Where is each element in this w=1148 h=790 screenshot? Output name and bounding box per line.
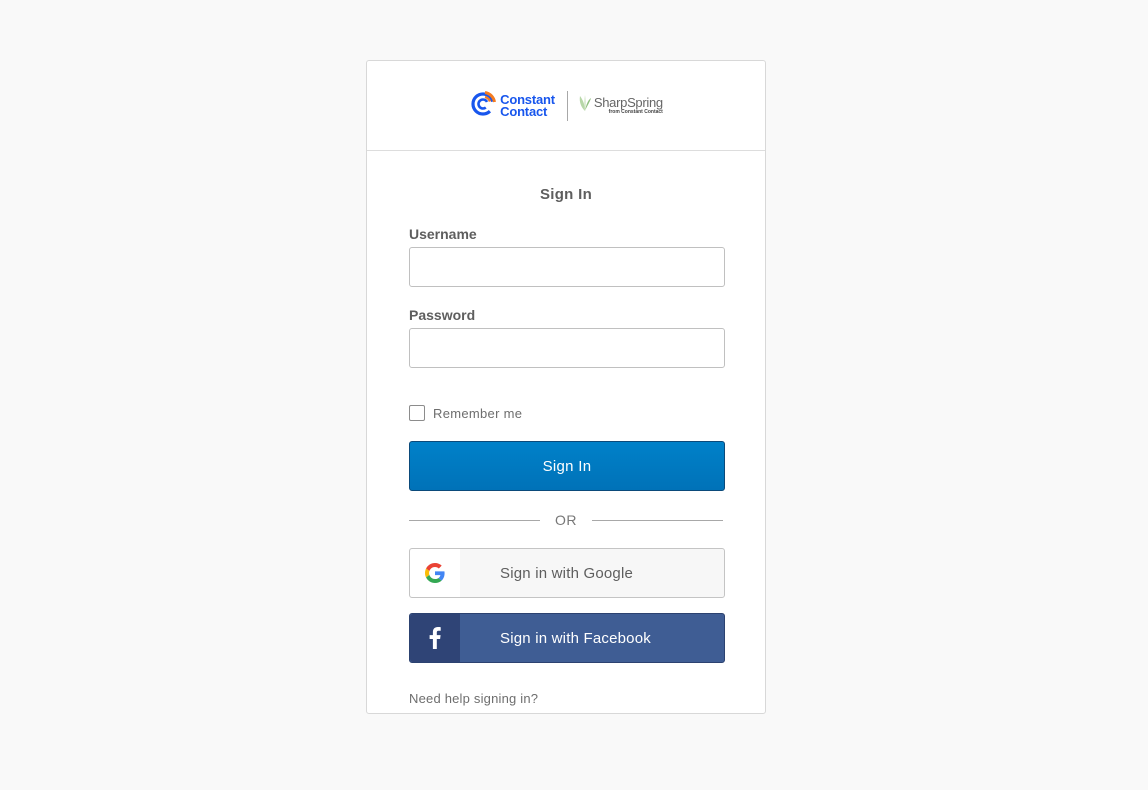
card-header: Constant Contact SharpSpring from Consta…: [367, 61, 765, 151]
sharpspring-sub: from Constant Contact: [608, 109, 663, 115]
or-divider: OR: [409, 509, 723, 531]
constant-contact-logo: Constant Contact: [469, 89, 555, 122]
need-help-link[interactable]: Need help signing in?: [409, 691, 538, 706]
form-title: Sign In: [539, 186, 593, 203]
sharpspring-logo: SharpSpring from Constant Contact: [578, 94, 663, 117]
username-label: Username: [409, 226, 477, 242]
or-divider-line-left: [409, 519, 540, 521]
constant-contact-logo-icon: [469, 89, 497, 122]
brand-logos: Constant Contact SharpSpring from Consta…: [469, 89, 663, 122]
remember-me-label[interactable]: Remember me: [433, 406, 522, 421]
password-input[interactable]: [409, 328, 725, 368]
google-sign-in-label: Sign in with Google: [500, 565, 634, 582]
facebook-sign-in-label: Sign in with Facebook: [500, 630, 651, 647]
sign-in-form: Sign In Username Password Remember me Si…: [367, 185, 765, 708]
google-g-icon: [410, 549, 460, 597]
password-label: Password: [409, 307, 476, 323]
sharpspring-wordmark: SharpSpring from Constant Contact: [594, 96, 663, 115]
remember-me-checkbox[interactable]: [409, 405, 425, 421]
username-input[interactable]: [409, 247, 725, 287]
or-divider-text: OR: [555, 512, 577, 528]
logo-divider: [566, 90, 568, 121]
facebook-f-icon: [410, 614, 460, 662]
google-sign-in-button[interactable]: Sign in with Google: [409, 548, 725, 598]
sign-in-button[interactable]: Sign In: [409, 441, 725, 491]
sharpspring-leaf-icon: [578, 94, 592, 117]
logo-line-2: Contact: [500, 103, 548, 119]
facebook-sign-in-button[interactable]: Sign in with Facebook: [409, 613, 725, 663]
sign-in-card: Constant Contact SharpSpring from Consta…: [366, 60, 766, 714]
sharpspring-name: SharpSpring: [593, 95, 663, 110]
constant-contact-wordmark: Constant Contact: [500, 93, 555, 119]
or-divider-line-right: [592, 519, 723, 521]
remember-me-row: Remember me: [409, 405, 723, 421]
